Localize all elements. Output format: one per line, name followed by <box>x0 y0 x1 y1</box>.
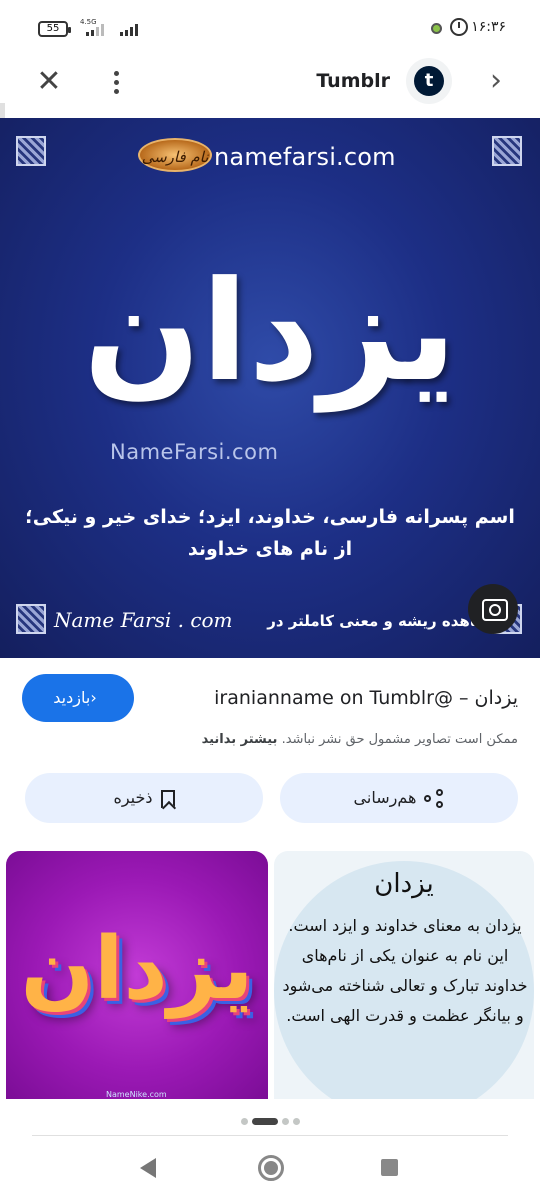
share-label: هم‌رسانی <box>353 788 417 807</box>
more-dot-icon <box>113 80 119 85</box>
ornament-icon <box>16 604 46 634</box>
save-button[interactable]: ذخیره <box>25 773 263 823</box>
related-image-card[interactable]: یزدان یزدان به معنای خداوند و ایزد است. … <box>274 851 534 1099</box>
share-icon <box>424 788 444 809</box>
signal-icon-sim2 <box>120 22 138 36</box>
result-title[interactable]: یزدان – @iranianname on Tumblr <box>214 687 518 709</box>
viewer-toolbar: ✕ Tumblr t › <box>0 58 540 503</box>
status-time: ۱۶:۳۶ <box>471 19 506 35</box>
more-options-button[interactable] <box>110 68 122 98</box>
bookmark-icon <box>160 789 175 808</box>
home-icon[interactable] <box>258 1155 284 1181</box>
image-footer-signature: Name Farsi . com <box>54 608 233 632</box>
system-navigation-bar <box>0 1140 540 1200</box>
ornament-icon <box>492 136 522 166</box>
status-bar: 55 4.5G ۱۶:۳۶ <box>0 0 540 58</box>
related-card-body: یزدان به معنای خداوند و ایزد است. این نا… <box>282 916 528 1025</box>
ornament-icon <box>16 136 46 166</box>
signal-icon <box>86 22 104 36</box>
copyright-text: ممکن است تصاویر مشمول حق نشر نباشد. <box>281 732 518 747</box>
chevron-left-icon: ‹ <box>90 688 97 707</box>
tumblr-icon: t <box>414 66 444 96</box>
visit-button[interactable]: ‹بازدید <box>22 674 134 722</box>
back-icon[interactable] <box>140 1158 156 1178</box>
image-footer-text: مشاهده ریشه و معنی کاملتر در <box>267 612 500 630</box>
image-caption-line1: اسم پسرانه فارسی، خداوند، ایزد؛ خدای خیر… <box>25 506 515 528</box>
related-image-text: یزدان <box>20 919 254 1019</box>
related-image-watermark: NameNike.com <box>106 1090 167 1099</box>
more-dot-icon <box>113 89 119 94</box>
pager-dot-active <box>251 1118 278 1125</box>
more-dot-icon <box>113 71 119 76</box>
image-watermark: NameFarsi.com <box>110 440 279 464</box>
brand-badge: نام فارسی <box>138 138 212 172</box>
image-main-name: یزدان <box>83 251 459 412</box>
brand-domain: namefarsi.com <box>214 143 396 171</box>
save-label: ذخیره <box>113 788 153 807</box>
learn-more-link[interactable]: بیشتر بدانید <box>202 732 278 747</box>
visit-label: بازدید <box>53 688 91 707</box>
carousel-pager <box>0 1111 540 1130</box>
site-name[interactable]: Tumblr <box>316 70 390 92</box>
battery-icon: 55 <box>38 21 71 37</box>
site-logo[interactable]: t <box>406 58 452 104</box>
next-image-button[interactable]: › <box>490 66 502 96</box>
pager-dot <box>292 1118 300 1125</box>
related-card-title: یزدان <box>374 869 434 899</box>
main-image[interactable]: نام فارسی namefarsi.com یزدان NameFarsi.… <box>0 118 540 658</box>
lens-search-button[interactable] <box>468 584 518 634</box>
recents-icon[interactable] <box>381 1159 398 1176</box>
pager-dot <box>281 1118 289 1125</box>
divider <box>32 1135 508 1136</box>
image-caption-line2: از نام های خداوند <box>187 538 353 560</box>
pager-dot <box>240 1118 248 1125</box>
copyright-notice: ممکن است تصاویر مشمول حق نشر نباشد. بیشت… <box>202 732 518 747</box>
app-notification-icon <box>431 23 442 34</box>
share-button[interactable]: هم‌رسانی <box>280 773 518 823</box>
close-button[interactable]: ✕ <box>34 67 64 98</box>
alarm-icon <box>450 18 468 36</box>
related-image-card[interactable]: یزدان NameNike.com <box>6 851 268 1099</box>
